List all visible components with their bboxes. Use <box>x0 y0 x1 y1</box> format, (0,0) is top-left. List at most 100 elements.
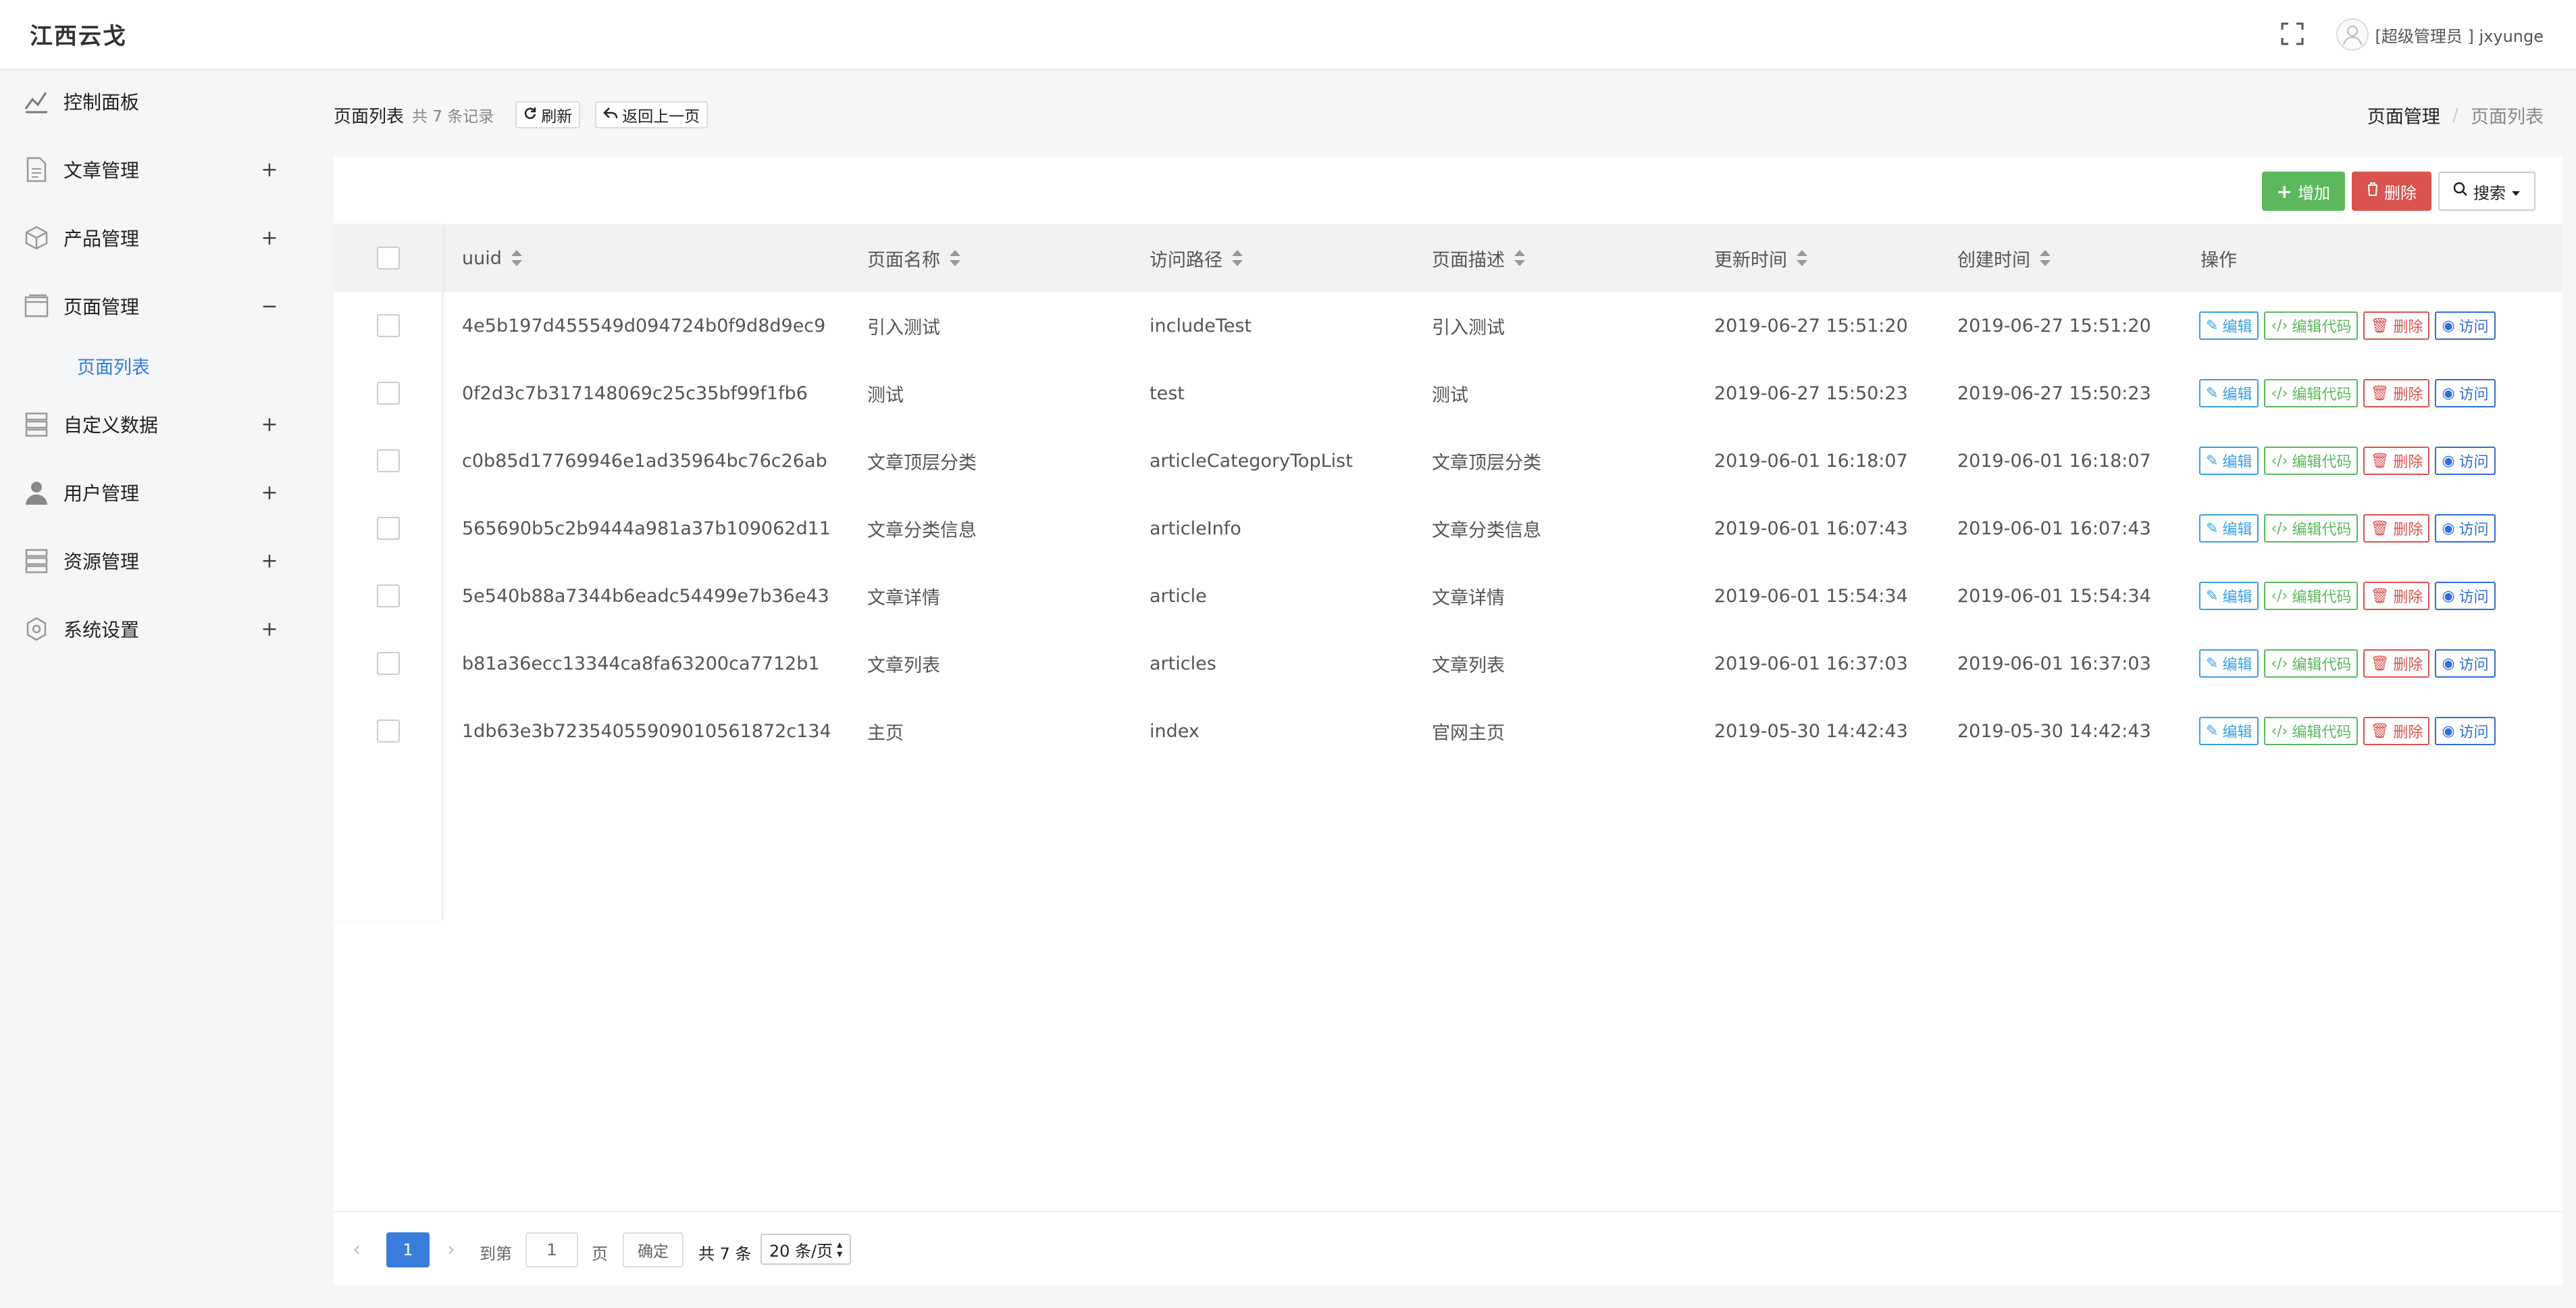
cell-uuid: 565690b5c2b9444a981a37b109062d11 <box>462 518 831 539</box>
sort-icon[interactable] <box>511 250 522 266</box>
sidebar-item-custom-data[interactable]: 自定义数据 + <box>0 397 297 451</box>
user-menu[interactable]: [超级管理员 ] jxyunge <box>2336 18 2544 51</box>
expand-icon[interactable]: + <box>259 549 280 573</box>
visit-button[interactable]: ◉ 访问 <box>2435 582 2496 610</box>
back-button[interactable]: 返回上一页 <box>595 101 709 128</box>
add-button[interactable]: + 增加 <box>2261 172 2345 211</box>
sort-icon[interactable] <box>1514 250 1525 266</box>
expand-icon[interactable]: + <box>259 413 280 436</box>
edit-button[interactable]: ✎ 编辑 <box>2199 717 2259 745</box>
visit-button[interactable]: ◉ 访问 <box>2435 717 2496 745</box>
edit-button[interactable]: ✎ 编辑 <box>2199 514 2259 543</box>
row-actions: ✎ 编辑 ‹/› 编辑代码 🗑 删除 ◉ 访问 <box>2199 427 2496 495</box>
toolbar: + 增加 删除 搜索 <box>2261 172 2535 211</box>
sidebar-subitem-page-list[interactable]: 页面列表 <box>77 353 150 379</box>
row-checkbox[interactable] <box>377 382 400 405</box>
edit-code-label: 编辑代码 <box>2292 657 2352 674</box>
delete-button[interactable]: 删除 <box>2352 172 2431 211</box>
window-icon <box>23 293 50 320</box>
row-delete-button[interactable]: 🗑 删除 <box>2363 514 2430 543</box>
edit-button[interactable]: ✎ 编辑 <box>2199 582 2259 610</box>
search-dropdown-button[interactable]: 搜索 <box>2438 172 2535 211</box>
row-delete-button[interactable]: 🗑 删除 <box>2363 649 2430 678</box>
page-unit-label: 页 <box>592 1244 608 1263</box>
row-checkbox[interactable] <box>377 314 400 337</box>
refresh-button[interactable]: 刷新 <box>515 101 581 128</box>
brand-logo[interactable]: 江西云戈 <box>30 18 127 51</box>
expand-icon[interactable]: + <box>259 618 280 641</box>
edit-code-button[interactable]: ‹/› 编辑代码 <box>2264 447 2359 475</box>
edit-button[interactable]: ✎ 编辑 <box>2199 379 2259 407</box>
edit-code-button[interactable]: ‹/› 编辑代码 <box>2264 582 2359 610</box>
top-bar: 江西云戈 [超级管理员 ] jxyunge <box>0 0 2576 70</box>
goto-page-input[interactable] <box>525 1232 578 1267</box>
sidebar-item-users[interactable]: 用户管理 + <box>0 466 297 520</box>
sort-icon[interactable] <box>2040 250 2051 266</box>
sort-icon[interactable] <box>950 250 960 266</box>
page-button-current[interactable]: 1 <box>386 1232 430 1267</box>
edit-label: 编辑 <box>2222 454 2252 471</box>
sidebar-item-resources[interactable]: 资源管理 + <box>0 534 297 588</box>
edit-button[interactable]: ✎ 编辑 <box>2199 311 2259 340</box>
edit-button[interactable]: ✎ 编辑 <box>2199 447 2259 475</box>
sort-icon[interactable] <box>1232 250 1243 266</box>
sort-icon[interactable] <box>1797 250 1807 266</box>
column-header-description[interactable]: 页面描述 <box>1432 224 1525 292</box>
eye-icon: ◉ <box>2442 587 2455 605</box>
edit-button[interactable]: ✎ 编辑 <box>2199 649 2259 678</box>
visit-label: 访问 <box>2458 589 2489 606</box>
sidebar-item-dashboard[interactable]: 控制面板 <box>0 74 297 128</box>
row-checkbox[interactable] <box>377 517 400 540</box>
visit-button[interactable]: ◉ 访问 <box>2435 379 2496 407</box>
edit-code-button[interactable]: ‹/› 编辑代码 <box>2264 311 2359 340</box>
chevron-right-icon[interactable]: › <box>447 1238 455 1261</box>
row-delete-button[interactable]: 🗑 删除 <box>2363 379 2430 407</box>
expand-icon[interactable]: + <box>259 158 280 182</box>
row-checkbox[interactable] <box>377 720 400 743</box>
column-header-created[interactable]: 创建时间 <box>1957 224 2051 292</box>
delete-label: 删除 <box>2384 183 2417 203</box>
sidebar-item-articles[interactable]: 文章管理 + <box>0 143 297 197</box>
visit-button[interactable]: ◉ 访问 <box>2435 649 2496 678</box>
edit-code-button[interactable]: ‹/› 编辑代码 <box>2264 514 2359 543</box>
row-delete-button[interactable]: 🗑 删除 <box>2363 311 2430 340</box>
column-header-name[interactable]: 页面名称 <box>867 224 960 292</box>
row-delete-button[interactable]: 🗑 删除 <box>2363 582 2430 610</box>
sidebar-item-pages[interactable]: 页面管理 − <box>0 279 297 333</box>
edit-code-button[interactable]: ‹/› 编辑代码 <box>2264 379 2359 407</box>
visit-label: 访问 <box>2458 724 2489 741</box>
expand-icon[interactable]: + <box>259 226 280 250</box>
row-delete-button[interactable]: 🗑 删除 <box>2363 447 2430 475</box>
column-header-updated[interactable]: 更新时间 <box>1714 224 1807 292</box>
cell-description: 文章列表 <box>1432 655 1505 676</box>
page-size-select[interactable]: 20 条/页 ▴ ▾ <box>761 1234 851 1265</box>
document-icon <box>23 156 50 183</box>
delete-label: 删除 <box>2393 319 2423 336</box>
code-icon: ‹/› <box>2271 317 2288 334</box>
row-delete-button[interactable]: 🗑 删除 <box>2363 717 2430 745</box>
column-header-uuid[interactable]: uuid <box>462 224 522 292</box>
edit-icon: ✎ <box>2206 722 2219 740</box>
code-icon: ‹/› <box>2271 722 2288 740</box>
visit-button[interactable]: ◉ 访问 <box>2435 447 2496 475</box>
goto-confirm-button[interactable]: 确定 <box>623 1232 684 1267</box>
collapse-icon[interactable]: − <box>259 295 280 318</box>
column-header-path[interactable]: 访问路径 <box>1150 224 1243 292</box>
row-checkbox[interactable] <box>377 449 400 472</box>
row-checkbox[interactable] <box>377 652 400 675</box>
expand-icon[interactable]: + <box>259 481 280 505</box>
visit-button[interactable]: ◉ 访问 <box>2435 311 2496 340</box>
visit-button[interactable]: ◉ 访问 <box>2435 514 2496 543</box>
sidebar-item-settings[interactable]: 系统设置 + <box>0 602 297 656</box>
chevron-left-icon[interactable]: ‹ <box>353 1238 361 1261</box>
fullscreen-icon[interactable] <box>2280 22 2304 46</box>
sidebar-item-products[interactable]: 产品管理 + <box>0 211 297 265</box>
row-checkbox[interactable] <box>377 584 400 607</box>
edit-code-button[interactable]: ‹/› 编辑代码 <box>2264 649 2359 678</box>
cell-updated: 2019-06-27 15:51:20 <box>1714 315 1908 336</box>
edit-code-button[interactable]: ‹/› 编辑代码 <box>2264 717 2359 745</box>
breadcrumb-parent[interactable]: 页面管理 <box>2367 102 2440 128</box>
cell-created: 2019-06-01 15:54:34 <box>1957 585 2151 607</box>
cell-name: 测试 <box>867 384 904 406</box>
content-panel: + 增加 删除 搜索 uuid 页面名称 访问路径 页面描述 更新时间 创建时间… <box>334 157 2562 1285</box>
